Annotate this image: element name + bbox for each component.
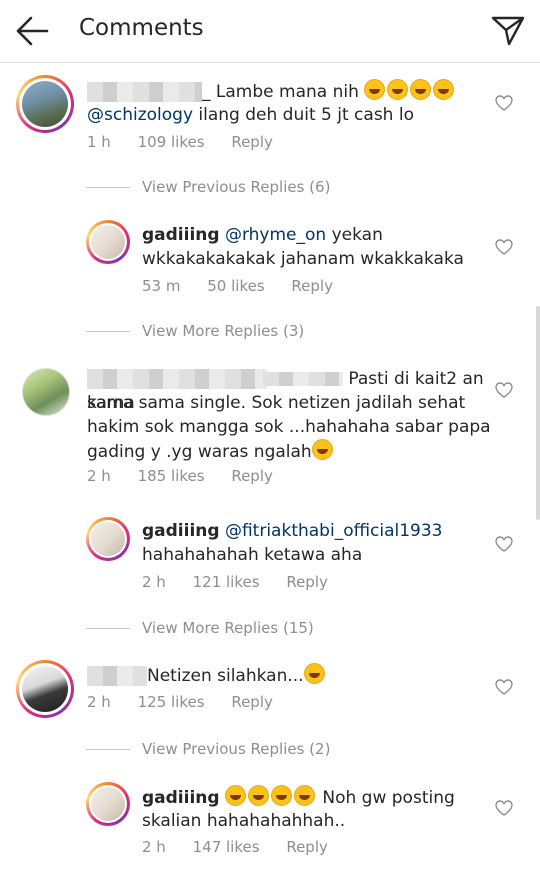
comment-text-line2: sama sama single. Sok netizen jadilah se… <box>87 393 466 413</box>
grinning-emoji-icon <box>410 79 432 100</box>
grinning-emoji-icon <box>224 785 246 806</box>
heart-icon[interactable] <box>495 382 513 398</box>
heart-icon[interactable] <box>495 239 513 255</box>
timestamp: 2 h <box>87 467 111 485</box>
view-previous-replies[interactable]: View Previous Replies (2) <box>86 740 330 758</box>
avatar[interactable] <box>91 787 125 821</box>
app-header: Comments <box>0 0 540 63</box>
heart-icon[interactable] <box>495 800 513 816</box>
grinning-emoji-icon <box>387 79 409 100</box>
heart-icon[interactable] <box>495 95 513 111</box>
comment-meta: 1 h 109 likes Reply <box>87 133 295 151</box>
reply-username[interactable]: gadiiing <box>142 521 220 541</box>
scrollbar[interactable] <box>536 306 540 520</box>
grinning-emoji-icon <box>270 785 292 806</box>
blurred-username <box>263 372 343 386</box>
reply-button[interactable]: Reply <box>231 467 273 485</box>
reply-button[interactable]: Reply <box>231 693 273 711</box>
reply-meta: 2 h 147 likes Reply <box>142 838 350 856</box>
comment-text: _ Lambe mana nih <box>87 79 487 104</box>
likes-count[interactable]: 50 likes <box>207 277 264 295</box>
blurred-username <box>87 666 147 686</box>
page-title: Comments <box>79 15 204 41</box>
timestamp: 2 h <box>87 693 111 711</box>
laughing-emoji-icon <box>303 663 325 684</box>
timestamp: 1 h <box>87 133 111 151</box>
view-more-replies[interactable]: View More Replies (15) <box>86 619 314 637</box>
reply-text: gadiiing @rhyme_on yekan <box>142 225 383 245</box>
comment-meta: 2 h 185 likes Reply <box>87 467 295 485</box>
blurred-username <box>87 82 202 102</box>
view-more-replies[interactable]: View More Replies (3) <box>86 322 304 340</box>
reply-text: gadiiing @fitriakthabi_official1933 <box>142 519 502 543</box>
avatar[interactable] <box>22 368 70 416</box>
likes-count[interactable]: 185 likes <box>138 467 205 485</box>
likes-count[interactable]: 109 likes <box>138 133 205 151</box>
reply-meta: 2 h 121 likes Reply <box>142 573 350 591</box>
mention-link[interactable]: @rhyme_on <box>225 225 326 245</box>
timestamp: 53 m <box>142 277 181 295</box>
paper-plane-icon[interactable] <box>490 13 526 47</box>
reply-text-line2: skalian hahahahahhah.. <box>142 811 346 831</box>
heart-icon[interactable] <box>495 679 513 695</box>
view-previous-replies[interactable]: View Previous Replies (6) <box>86 178 330 196</box>
reply-text: gadiiing Noh gw posting <box>142 785 502 810</box>
comment-text-line3: hakim sok mangga sok ...hahahaha sabar p… <box>87 417 491 437</box>
avatar[interactable] <box>91 522 125 556</box>
blurred-username <box>87 369 267 389</box>
grinning-emoji-icon <box>247 785 269 806</box>
comment-meta: 2 h 125 likes Reply <box>87 693 295 711</box>
reply-username[interactable]: gadiiing <box>142 225 220 245</box>
heart-icon[interactable] <box>495 536 513 552</box>
comment-text: Netizen silahkan... <box>87 663 487 688</box>
timestamp: 2 h <box>142 573 166 591</box>
reply-text-line2: wkkakakakakak jahanam wkakkakaka <box>142 249 464 269</box>
likes-count[interactable]: 121 likes <box>193 573 260 591</box>
reply-button[interactable]: Reply <box>291 277 333 295</box>
grinning-emoji-icon <box>311 439 333 460</box>
avatar[interactable] <box>91 225 125 259</box>
reply-username[interactable]: gadiiing <box>142 788 220 808</box>
avatar[interactable] <box>22 666 68 712</box>
likes-count[interactable]: 125 likes <box>138 693 205 711</box>
avatar[interactable] <box>22 81 68 127</box>
comment-text-line2: @schizology ilang deh duit 5 jt cash lo <box>87 105 414 125</box>
reply-meta: 53 m 50 likes Reply <box>142 277 355 295</box>
likes-count[interactable]: 147 likes <box>193 838 260 856</box>
grinning-emoji-icon <box>293 785 315 806</box>
reply-text-line2: hahahahahah ketawa aha <box>142 545 363 565</box>
arrow-left-icon[interactable] <box>14 14 50 48</box>
reply-button[interactable]: Reply <box>231 133 273 151</box>
reply-button[interactable]: Reply <box>286 573 328 591</box>
timestamp: 2 h <box>142 838 166 856</box>
laughing-emoji-icon <box>433 79 455 100</box>
comment-text-line4: gading y .yg waras ngalah <box>87 439 497 464</box>
mention-link[interactable]: @fitriakthabi_official1933 <box>225 521 443 541</box>
reply-button[interactable]: Reply <box>286 838 328 856</box>
mention-link[interactable]: @schizology <box>87 105 193 125</box>
grinning-emoji-icon <box>364 79 386 100</box>
